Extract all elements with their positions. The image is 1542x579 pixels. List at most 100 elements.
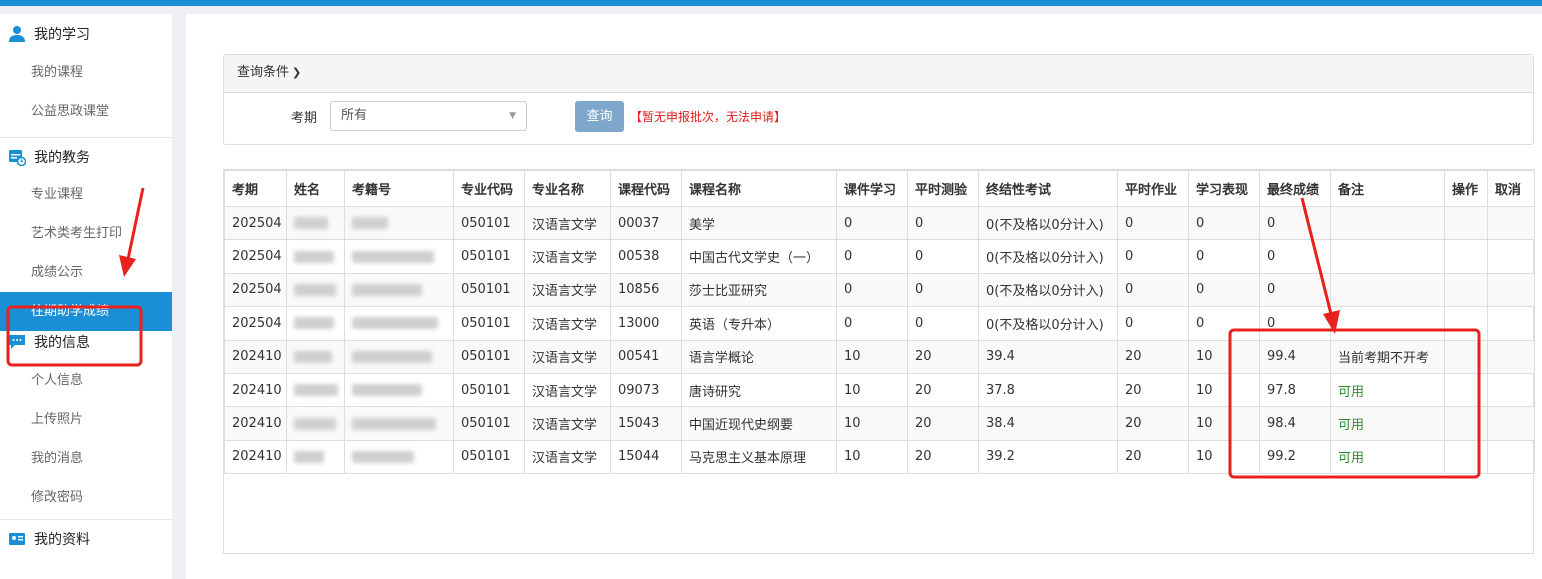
- table-row[interactable]: 202504 050101 汉语言文学 00037 美学 0 0 0(不及格以0分计入) 0 0 0: [224, 205, 1535, 241]
- redacted-text: [352, 283, 422, 296]
- cell-homework: 20: [1117, 372, 1189, 408]
- table-row[interactable]: 202504 050101 汉语言文学 10856 莎士比亚研究 0 0 0(不及格以0分计入…: [224, 272, 1535, 308]
- cell-courseware: 0: [836, 205, 908, 241]
- table-header-row: 考期 姓名 考籍号 专业代码 专业名称 课程代码 课程名称 课件学习 平时测验 终结性考试 平时作业…: [224, 170, 1535, 207]
- cell-cancel[interactable]: [1487, 339, 1535, 374]
- cell-cancel[interactable]: [1487, 372, 1535, 408]
- cell-final-score: 99.4: [1259, 339, 1331, 374]
- cell-final-score: 0: [1259, 306, 1331, 341]
- cell-major-code: 050101: [453, 272, 525, 308]
- search-button[interactable]: 查询: [575, 101, 624, 132]
- cell-cancel[interactable]: [1487, 205, 1535, 241]
- cell-course-code: 15043: [610, 406, 682, 441]
- cell-action[interactable]: [1444, 239, 1488, 274]
- cell-major-code: 050101: [453, 239, 525, 274]
- cell-homework: 0: [1117, 306, 1189, 341]
- scores-table: 考期 姓名 考籍号 专业代码 专业名称 课程代码 课程名称 课件学习 平时测验 终结性考试 平时作业…: [224, 170, 1535, 475]
- column-header-final-exam: 终结性考试: [978, 170, 1118, 207]
- cell-action[interactable]: [1444, 439, 1488, 475]
- table-row[interactable]: 202410 050101 汉语言文学 09073 唐诗研究 10 20 37.8 20 10 97…: [224, 372, 1535, 408]
- sidebar-group-study[interactable]: 我的学习: [0, 15, 172, 53]
- cell-term: 202410: [224, 406, 287, 441]
- sidebar-group-affairs[interactable]: 我的教务: [0, 137, 172, 175]
- cell-major-name: 汉语言文学: [524, 205, 611, 241]
- cell-quiz: 20: [907, 339, 979, 374]
- cell-cancel[interactable]: [1487, 406, 1535, 441]
- cell-exam-id: [344, 439, 454, 475]
- cell-performance: 0: [1188, 205, 1260, 241]
- redacted-text: [294, 450, 324, 463]
- cell-major-name: 汉语言文学: [524, 439, 611, 475]
- cell-performance: 10: [1188, 372, 1260, 408]
- column-header-courseware: 课件学习: [836, 170, 908, 207]
- cell-final-score: 97.8: [1259, 372, 1331, 408]
- cell-homework: 20: [1117, 339, 1189, 374]
- query-panel-header[interactable]: 查询条件 ❯: [224, 55, 1533, 93]
- table-row[interactable]: 202504 050101 汉语言文学 13000 英语（专升本） 0 0 0(不及格以0分计…: [224, 306, 1535, 341]
- cell-final-score: 0: [1259, 205, 1331, 241]
- redacted-text: [352, 417, 436, 430]
- cell-term: 202504: [224, 239, 287, 274]
- cell-cancel[interactable]: [1487, 306, 1535, 341]
- table-row[interactable]: 202504 050101 汉语言文学 00538 中国古代文学史（一） 0 0 0(不及格以…: [224, 239, 1535, 274]
- cell-course-code: 15044: [610, 439, 682, 475]
- cell-course-name: 中国近现代史纲要: [681, 406, 837, 441]
- sidebar-item-messages[interactable]: 我的消息: [0, 439, 172, 478]
- cell-final-score: 98.4: [1259, 406, 1331, 441]
- cell-action[interactable]: [1444, 205, 1488, 241]
- cell-performance: 10: [1188, 439, 1260, 475]
- cell-performance: 0: [1188, 239, 1260, 274]
- cell-major-name: 汉语言文学: [524, 372, 611, 408]
- cell-homework: 0: [1117, 205, 1189, 241]
- cell-final-exam: 0(不及格以0分计入): [978, 205, 1118, 241]
- cell-exam-id: [344, 272, 454, 308]
- column-header-major-code: 专业代码: [453, 170, 525, 207]
- cell-exam-id: [344, 306, 454, 341]
- cell-cancel[interactable]: [1487, 239, 1535, 274]
- sidebar-item-score-public[interactable]: 成绩公示: [0, 253, 172, 292]
- redacted-text: [352, 250, 434, 263]
- cell-term: 202410: [224, 439, 287, 475]
- term-select[interactable]: 所有 ▼: [330, 101, 527, 131]
- cell-final-exam: 0(不及格以0分计入): [978, 272, 1118, 308]
- table-row[interactable]: 202410 050101 汉语言文学 15043 中国近现代史纲要 10 20 38.4 20…: [224, 406, 1535, 441]
- cell-course-name: 莎士比亚研究: [681, 272, 837, 308]
- sidebar-item-major-courses[interactable]: 专业课程: [0, 175, 172, 214]
- cell-action[interactable]: [1444, 306, 1488, 341]
- cell-action[interactable]: [1444, 406, 1488, 441]
- cell-performance: 10: [1188, 406, 1260, 441]
- column-header-quiz: 平时测验: [907, 170, 979, 207]
- cell-action[interactable]: [1444, 372, 1488, 408]
- sidebar-item-personal-info[interactable]: 个人信息: [0, 361, 172, 400]
- cell-cancel[interactable]: [1487, 439, 1535, 475]
- column-header-remark: 备注: [1330, 170, 1445, 207]
- sidebar-group-documents[interactable]: 我的资料: [0, 519, 172, 557]
- table-row[interactable]: 202410 050101 汉语言文学 15044 马克思主义基本原理 10 20 39.2 2…: [224, 439, 1535, 475]
- sidebar-item-change-password[interactable]: 修改密码: [0, 478, 172, 517]
- cell-major-code: 050101: [453, 406, 525, 441]
- cell-final-exam: 0(不及格以0分计入): [978, 306, 1118, 341]
- cell-exam-id: [344, 406, 454, 441]
- cell-courseware: 0: [836, 272, 908, 308]
- cell-cancel[interactable]: [1487, 272, 1535, 308]
- sidebar-group-title: 我的信息: [34, 335, 90, 351]
- sidebar-item-art-print[interactable]: 艺术类考生打印: [0, 214, 172, 253]
- sidebar-item-my-courses[interactable]: 我的课程: [0, 53, 172, 92]
- sidebar-item-public-course[interactable]: 公益思政课堂: [0, 92, 172, 131]
- table-row[interactable]: 202410 050101 汉语言文学 00541 语言学概论 10 20 39.4 20 10 9…: [224, 339, 1535, 374]
- select-caret-icon: ▼: [509, 111, 516, 121]
- cell-remark: 可用: [1330, 439, 1445, 475]
- cell-major-name: 汉语言文学: [524, 272, 611, 308]
- cell-courseware: 10: [836, 339, 908, 374]
- query-panel-title: 查询条件: [237, 65, 290, 80]
- column-header-final-score: 最终成绩: [1259, 170, 1331, 207]
- cell-course-code: 13000: [610, 306, 682, 341]
- cell-final-score: 0: [1259, 272, 1331, 308]
- cell-action[interactable]: [1444, 339, 1488, 374]
- sidebar-item-upload-photo[interactable]: 上传照片: [0, 400, 172, 439]
- redacted-text: [294, 350, 332, 363]
- id-card-icon: [8, 530, 26, 548]
- cell-major-name: 汉语言文学: [524, 306, 611, 341]
- cell-action[interactable]: [1444, 272, 1488, 308]
- cell-exam-id: [344, 339, 454, 374]
